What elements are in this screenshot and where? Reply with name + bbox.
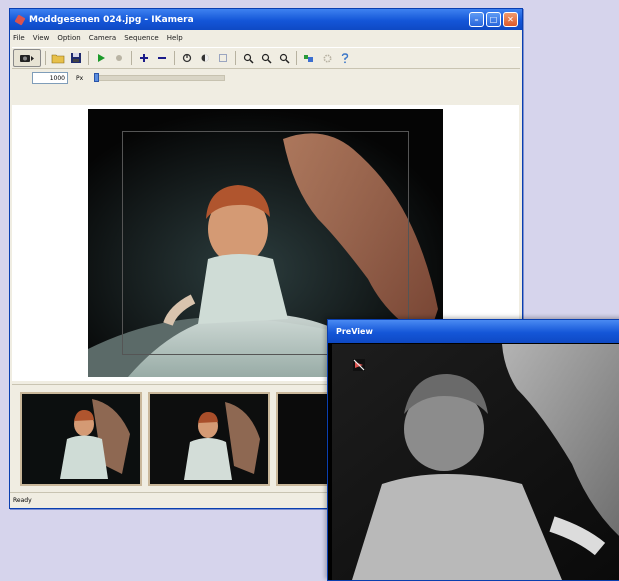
gear-icon bbox=[322, 53, 332, 63]
preview-app-icon bbox=[352, 358, 366, 372]
toolbar-separator bbox=[131, 51, 132, 65]
maximize-button[interactable]: □ bbox=[486, 12, 501, 27]
toolbar-separator bbox=[88, 51, 89, 65]
menu-camera[interactable]: Camera bbox=[89, 34, 116, 42]
preview-image bbox=[332, 344, 619, 580]
fit-icon bbox=[219, 54, 227, 62]
menu-help[interactable]: Help bbox=[167, 34, 183, 42]
toolbar-separator bbox=[174, 51, 175, 65]
zoom-slider[interactable] bbox=[94, 73, 226, 82]
help-icon bbox=[341, 52, 349, 63]
window-title: Moddgesenen 024.jpg - IKamera bbox=[29, 14, 194, 25]
rotate-left-icon bbox=[182, 53, 192, 63]
magnify-2-button[interactable] bbox=[258, 50, 274, 66]
main-titlebar[interactable]: Moddgesenen 024.jpg - IKamera – □ ✕ bbox=[10, 9, 522, 30]
thumbnail-2[interactable] bbox=[148, 392, 270, 486]
menu-sequence[interactable]: Sequence bbox=[124, 34, 159, 42]
save-button[interactable] bbox=[68, 50, 84, 66]
fit-button[interactable] bbox=[215, 50, 231, 66]
thumbnail-image bbox=[150, 394, 268, 484]
zoom-input[interactable]: 1000 bbox=[32, 72, 68, 84]
zoom-slider-thumb[interactable] bbox=[94, 73, 100, 82]
magnifier-icon bbox=[279, 53, 290, 64]
zoom-in-button[interactable] bbox=[136, 50, 152, 66]
menu-view[interactable]: View bbox=[33, 34, 50, 42]
app-icon bbox=[15, 15, 25, 25]
toolbar-separator bbox=[45, 51, 46, 65]
zoom-unit-label: Px bbox=[76, 74, 84, 82]
zoom-bar: 1000 Px bbox=[12, 69, 520, 87]
plus-icon bbox=[140, 54, 148, 62]
help-button[interactable] bbox=[337, 50, 353, 66]
color-button[interactable] bbox=[301, 50, 317, 66]
toolbar-separator bbox=[296, 51, 297, 65]
preview-image-area[interactable] bbox=[332, 344, 619, 580]
camera-icon bbox=[20, 55, 34, 62]
minimize-button[interactable]: – bbox=[469, 12, 484, 27]
zoom-out-button[interactable] bbox=[154, 50, 170, 66]
magnifier-icon bbox=[261, 53, 272, 64]
thumbnail-image bbox=[22, 394, 140, 484]
menu-option[interactable]: Option bbox=[57, 34, 80, 42]
rotate-right-button[interactable] bbox=[197, 50, 213, 66]
open-folder-icon bbox=[51, 54, 65, 64]
magnifier-icon bbox=[243, 53, 254, 64]
status-text: Ready bbox=[13, 497, 32, 504]
rotate-left-button[interactable] bbox=[179, 50, 195, 66]
camera-select-button[interactable] bbox=[13, 49, 41, 67]
magnify-3-button[interactable] bbox=[276, 50, 292, 66]
minus-icon bbox=[158, 57, 166, 59]
magnify-1-button[interactable] bbox=[240, 50, 256, 66]
preview-titlebar[interactable]: PreView bbox=[328, 320, 619, 343]
play-icon bbox=[98, 54, 105, 62]
thumbnail-1[interactable] bbox=[20, 392, 142, 486]
camera-logo-icon bbox=[353, 359, 365, 371]
menu-file[interactable]: File bbox=[13, 34, 25, 42]
open-button[interactable] bbox=[50, 50, 66, 66]
rotate-right-icon bbox=[201, 54, 209, 62]
settings-button[interactable] bbox=[319, 50, 335, 66]
close-button[interactable]: ✕ bbox=[503, 12, 518, 27]
stop-button[interactable] bbox=[111, 50, 127, 66]
toolbar bbox=[12, 47, 520, 69]
palette-icon bbox=[304, 54, 313, 62]
menu-bar: File View Option Camera Sequence Help bbox=[10, 31, 522, 45]
toolbar-separator bbox=[235, 51, 236, 65]
preview-title: PreView bbox=[336, 327, 373, 336]
play-button[interactable] bbox=[93, 50, 109, 66]
stop-icon bbox=[116, 55, 122, 61]
preview-window: PreView bbox=[327, 319, 619, 581]
save-icon bbox=[71, 53, 81, 63]
